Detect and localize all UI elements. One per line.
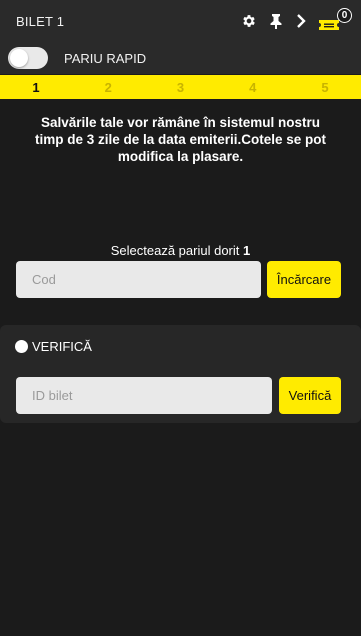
quick-bet-label: PARIU RAPID [64,51,147,66]
ticket-id-input[interactable] [16,377,272,414]
quick-bet-toggle[interactable] [8,47,48,69]
load-ticket-panel: Salvările tale vor rămâne în sistemul no… [0,99,361,312]
verify-button[interactable]: Verifică [279,377,341,414]
select-bet-text: Selectează pariul dorit [110,243,240,258]
load-button[interactable]: Încărcare [267,261,341,298]
select-bet-label: Selectează pariul dorit 1 [0,243,361,258]
ticket-steps: 1 2 3 4 5 [0,75,361,99]
save-info-text: Salvările tale vor rămâne în sistemul no… [34,115,327,164]
ticket-header: BILET 1 0 [0,0,361,43]
step-2[interactable]: 2 [100,80,116,95]
verify-radio[interactable]: VERIFICĂ [15,337,92,355]
ticket-icon[interactable]: 0 [316,8,352,33]
gear-icon[interactable] [240,12,258,30]
step-1[interactable]: 1 [28,80,44,95]
step-3[interactable]: 3 [173,80,189,95]
toggle-knob [10,49,28,67]
step-4[interactable]: 4 [245,80,261,95]
ticket-count-badge: 0 [337,8,352,23]
code-input[interactable] [16,261,261,298]
verify-radio-label: VERIFICĂ [32,338,92,354]
verify-ticket-panel: VERIFICĂ Verifică [0,325,361,423]
radio-circle-icon[interactable] [15,339,28,353]
step-5[interactable]: 5 [317,80,333,95]
quick-bet-row: PARIU RAPID [0,43,361,74]
pin-icon[interactable] [267,12,285,30]
chevron-right-icon[interactable] [292,12,310,30]
ticket-title: BILET 1 [16,14,65,29]
select-bet-number: 1 [243,243,251,258]
